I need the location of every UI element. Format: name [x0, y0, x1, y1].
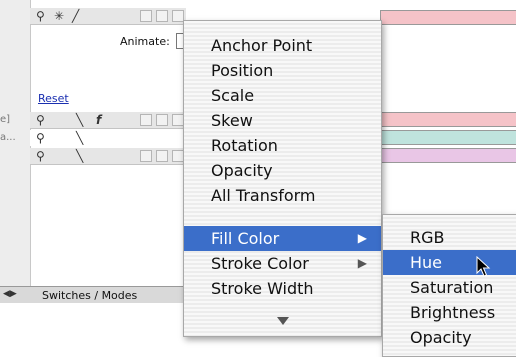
eye-icon[interactable]: ⚲ — [36, 114, 45, 126]
menu-item-fill-color[interactable]: Fill Color ▶ — [184, 226, 381, 251]
timeline-bar[interactable] — [380, 10, 516, 25]
menu-item-scale[interactable]: Scale — [184, 83, 381, 108]
submenu-item-brightness[interactable]: Brightness — [383, 300, 516, 325]
asterisk-icon[interactable]: ✳ — [54, 10, 64, 22]
quality-icon[interactable]: ╲ — [76, 132, 83, 144]
effect-icon[interactable]: f — [96, 114, 101, 126]
down-arrow-icon[interactable] — [277, 317, 289, 325]
layer-row[interactable]: ⚲ ╲ f — [30, 112, 186, 129]
switches-modes-toggle[interactable]: Switches / Modes — [42, 289, 137, 302]
eye-icon[interactable]: ⚲ — [36, 132, 45, 144]
layer-row[interactable]: ⚲ ╲ — [30, 148, 186, 165]
menu-item-skew[interactable]: Skew — [184, 108, 381, 133]
eye-icon[interactable]: ⚲ — [36, 10, 45, 22]
layer-row-top[interactable]: ⚲ ✳ ╱ — [30, 8, 186, 25]
menu-item-position[interactable]: Position — [184, 58, 381, 83]
switch-box[interactable] — [140, 114, 152, 126]
truncated-text: a... — [0, 132, 16, 143]
submenu-item-opacity[interactable]: Opacity — [383, 325, 516, 350]
submenu-item-rgb[interactable]: RGB — [383, 225, 516, 250]
submenu-item-hue[interactable]: Hue — [383, 250, 516, 275]
menu-item-all-transform[interactable]: All Transform — [184, 183, 381, 208]
switch-box[interactable] — [156, 10, 168, 22]
reset-link[interactable]: Reset — [38, 92, 69, 105]
switch-box[interactable] — [140, 10, 152, 22]
animate-label: Animate: — [120, 35, 170, 48]
switch-box[interactable] — [140, 150, 152, 162]
quality-icon[interactable]: ╲ — [76, 150, 83, 162]
layer-row[interactable]: ⚲ ╲ — [30, 130, 186, 146]
truncated-text: e] — [0, 114, 11, 125]
menu-item-opacity[interactable]: Opacity — [184, 158, 381, 183]
switch-box[interactable] — [156, 150, 168, 162]
fill-color-submenu: RGB Hue Saturation Brightness Opacity — [382, 214, 516, 357]
eye-icon[interactable]: ⚲ — [36, 150, 45, 162]
menu-item-rotation[interactable]: Rotation — [184, 133, 381, 158]
timeline-bar[interactable] — [380, 130, 516, 145]
panel-gutter — [0, 0, 31, 300]
menu-item-stroke-color[interactable]: Stroke Color ▶ — [184, 251, 381, 276]
menu-item-anchor-point[interactable]: Anchor Point — [184, 33, 381, 58]
submenu-arrow-icon: ▶ — [357, 231, 367, 245]
timeline-bar[interactable] — [380, 148, 516, 163]
menu-item-label: Stroke Color — [211, 254, 309, 273]
property-menu: Anchor Point Position Scale Skew Rotatio… — [183, 20, 382, 337]
submenu-arrow-icon: ▶ — [357, 256, 367, 270]
expand-arrows-icon[interactable]: ◀▶ — [3, 289, 17, 299]
timeline-bar[interactable] — [380, 112, 516, 127]
quality-icon[interactable]: ╲ — [76, 114, 83, 126]
menu-item-stroke-width[interactable]: Stroke Width — [184, 276, 381, 301]
menu-item-label: Fill Color — [211, 229, 280, 248]
submenu-item-saturation[interactable]: Saturation — [383, 275, 516, 300]
slash-icon[interactable]: ╱ — [72, 10, 79, 22]
status-bar: ◀▶ Switches / Modes — [0, 286, 186, 304]
mouse-cursor-icon — [476, 256, 491, 277]
switch-box[interactable] — [156, 114, 168, 126]
